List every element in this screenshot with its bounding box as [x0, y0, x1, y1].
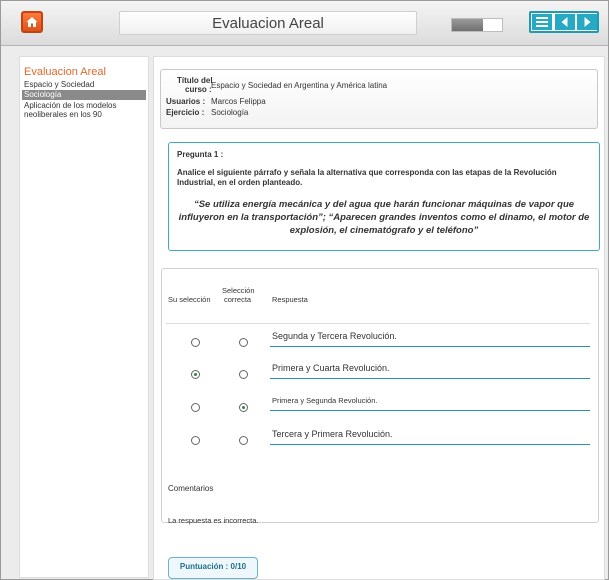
header-divider: [166, 323, 590, 324]
users-label: Usuarios :: [166, 97, 206, 106]
arrow-right-icon: [584, 17, 591, 27]
correct-selection-radio-2: [239, 370, 248, 379]
correct-selection-radio-3: [239, 403, 248, 412]
header-correct-1: Selección: [222, 286, 255, 295]
your-selection-radio-2[interactable]: [191, 370, 200, 379]
app-window: Evaluacion Areal Evaluacion Areal Espaci…: [0, 0, 609, 580]
answer-option-2: Primera y Cuarta Revolución.: [270, 358, 590, 379]
answer-text: Primera y Cuarta Revolución.: [272, 363, 390, 373]
app-title: Evaluacion Areal: [212, 15, 324, 32]
home-button[interactable]: [21, 11, 43, 33]
header-response: Respuesta: [272, 295, 308, 304]
answer-text: Segunda y Tercera Revolución.: [272, 331, 397, 341]
navigation-controls: [529, 11, 599, 33]
answer-text: Primera y Segunda Revolución.: [272, 396, 378, 405]
question-quote: “Se utiliza energía mecánica y del agua …: [178, 199, 590, 236]
header-your-selection: Su selección: [168, 295, 211, 304]
users-value: Marcos Felippa: [211, 97, 266, 106]
course-label-1: Título del: [177, 76, 213, 85]
main-panel: Título del curso : Espacio y Sociedad en…: [153, 56, 605, 580]
menu-button[interactable]: [532, 14, 552, 30]
sidebar-item-sociologia[interactable]: Sociología: [22, 90, 146, 100]
answers-panel: Su selección Selección correcta Respuest…: [161, 268, 599, 525]
your-selection-radio-1[interactable]: [191, 338, 200, 347]
sidebar-title[interactable]: Evaluacion Areal: [24, 66, 106, 78]
question-text: Analice el siguiente párrafo y señala la…: [177, 168, 557, 187]
answer-option-4: Tercera y Primera Revolución.: [270, 424, 590, 445]
sidebar-item-neoliberales[interactable]: neoliberales en los 90: [24, 111, 102, 119]
top-bar: Evaluacion Areal: [1, 1, 608, 46]
progress-bar: [451, 18, 503, 32]
answer-option-3: Primera y Segunda Revolución.: [270, 390, 590, 411]
header-correct-2: correcta: [224, 295, 252, 304]
score-label: Puntuación : 0/10: [179, 562, 247, 571]
sidebar: Evaluacion Areal Espacio y Sociedad Soci…: [19, 56, 149, 578]
sidebar-item-aplicacion-modelos[interactable]: Aplicación de los modelos: [24, 102, 117, 110]
title-bar: Evaluacion Areal: [119, 11, 417, 35]
your-selection-radio-3[interactable]: [191, 403, 200, 412]
sidebar-item-espacio-sociedad[interactable]: Espacio y Sociedad: [24, 81, 94, 89]
question-box: Pregunta 1 : Analice el siguiente párraf…: [168, 142, 600, 251]
course-label-2: curso :: [185, 85, 212, 94]
course-value: Espacio y Sociedad en Argentina y Améric…: [211, 81, 388, 90]
course-info: Título del curso : Espacio y Sociedad en…: [160, 69, 598, 129]
next-button[interactable]: [577, 14, 597, 30]
question-number: Pregunta 1 :: [177, 150, 224, 159]
exercise-value: Sociología: [211, 108, 249, 117]
arrow-left-icon: [561, 17, 568, 27]
home-icon: [26, 17, 38, 27]
your-selection-radio-4[interactable]: [191, 436, 200, 445]
answer-text: Tercera y Primera Revolución.: [272, 429, 393, 439]
previous-button[interactable]: [555, 14, 575, 30]
menu-icon: [536, 17, 548, 27]
correct-selection-radio-1: [239, 338, 248, 347]
answer-option-1: Segunda y Tercera Revolución.: [270, 326, 590, 347]
comments-label: Comentarios: [168, 484, 214, 493]
comment-text: La respuesta es incorrecta.: [168, 516, 259, 525]
score-badge: Puntuación : 0/10: [168, 557, 258, 579]
correct-selection-radio-4: [239, 436, 248, 445]
exercise-label: Ejercicio :: [166, 108, 205, 117]
progress-fill: [452, 19, 483, 31]
